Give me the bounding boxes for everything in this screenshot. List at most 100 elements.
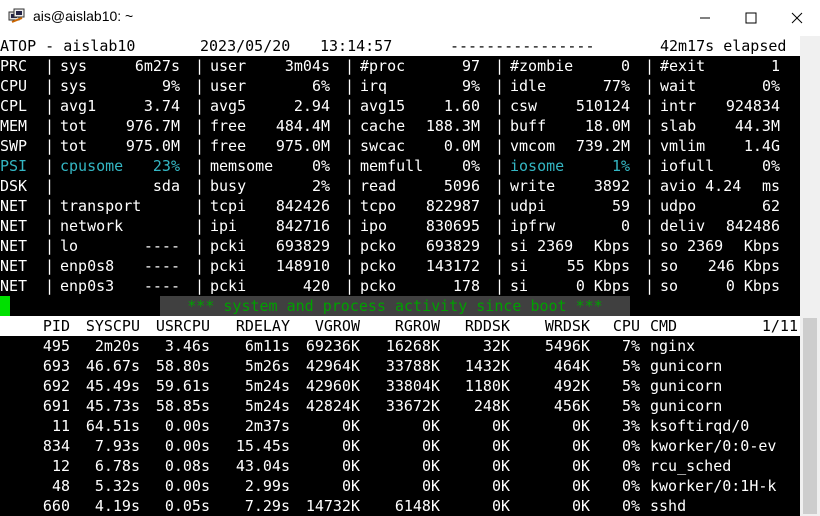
stat-key: swcac [360,137,406,155]
separator: | [195,57,205,75]
separator: | [645,197,655,215]
stat-value: ---- [143,237,180,255]
col-header-syscpu: SYSCPU [85,317,140,335]
stat-key: slab [660,117,697,135]
separator: | [495,177,505,195]
process-cell-cmd: gunicorn [650,397,723,415]
col-header-cmd: CMD [650,317,678,335]
separator: | [645,277,655,295]
process-cell-vgrow: 42824K [305,397,360,415]
row-label: PSI [0,157,28,175]
separator: | [495,277,505,295]
process-row[interactable]: 693 46.67s 58.80s 5m26s 42964K 33788K 1432K 464… [0,356,800,376]
scrollbar[interactable] [800,36,820,516]
stat-key: idle [510,77,547,95]
process-cell-wrdsk: 492K [553,377,590,395]
stat-value: 0% [461,157,480,175]
stat-key: busy [210,177,247,195]
process-cell-pid: 692 [42,377,70,395]
process-row[interactable]: 660 4.19s 0.05s 7.29s 14732K 6148K 0K 0K 0% sshd [0,496,800,516]
stat-value: 143172 [425,257,480,275]
process-cell-vgrow: 0K [341,437,360,455]
process-cell-syscpu: 4.19s [94,497,140,515]
stat-key: pcko [360,277,397,295]
scrollbar-thumb[interactable] [803,318,817,514]
stat-value: 9% [461,77,480,95]
window-title: ais@aislab10: ~ [33,8,134,24]
stat-key: si [510,277,529,295]
process-cell-usrcpu: 0.05s [164,497,210,515]
stat-key: tcpo [360,197,397,215]
separator: | [645,177,655,195]
col-header-rddsk: RDDSK [464,317,510,335]
process-cell-syscpu: 2m20s [94,337,140,355]
process-table-header: PID SYSCPU USRCPU RDELAY VGROW RGROW RDDSK WRDS… [0,316,800,336]
process-row[interactable]: 495 2m20s 3.46s 6m11s 69236K 16268K 32K 5496K 7%… [0,336,800,356]
minimize-button[interactable] [682,0,728,36]
stat-key: ipo [360,217,388,235]
process-cell-vgrow: 42960K [305,377,360,395]
system-row: NET | enp0s8 ---- | pcki 148910 | pcko 143172 | si 5… [0,256,800,276]
process-row[interactable]: 834 7.93s 0.00s 15.45s 0K 0K 0K 0K 0% kworker/0:0… [0,436,800,456]
stat-value: Kbps [743,237,780,255]
stat-key: #proc [360,57,406,75]
process-row[interactable]: 11 64.51s 0.00s 2m37s 0K 0K 0K 0K 3% ksoftirqd/0 [0,416,800,436]
maximize-button[interactable] [728,0,774,36]
stat-value: 0% [761,157,780,175]
separator: | [45,57,55,75]
stat-key: pcki [210,277,247,295]
process-row[interactable]: 12 6.78s 0.08s 43.04s 0K 0K 0K 0K 0% rcu_sched [0,456,800,476]
header-date: 2023/05/20 [200,37,291,55]
separator: | [45,197,55,215]
separator: | [345,97,355,115]
stat-key: avg1 [60,97,97,115]
stat-key: intr [660,97,697,115]
stat-key: avg15 [360,97,406,115]
separator: | [345,217,355,235]
process-cell-usrcpu: 0.00s [164,477,210,495]
stat-key: csw [510,97,538,115]
stat-value: 5096 [443,177,480,195]
system-row: PRC | sys 6m27s | user 3m04s | #proc 97 | #zombie 0 |… [0,56,800,76]
separator: | [195,137,205,155]
separator: | [45,137,55,155]
col-header-rdelay: RDELAY [235,317,290,335]
stat-value: 246 Kbps [707,257,780,275]
process-cell-pid: 11 [51,417,70,435]
process-cell-usrcpu: 3.46s [164,337,210,355]
stat-key: iosome [510,157,565,175]
process-cell-usrcpu: 58.80s [155,357,210,375]
process-cell-rddsk: 1180K [464,377,510,395]
process-cell-rgrow: 16268K [385,337,440,355]
stat-key: tot [60,137,88,155]
stat-value: 178 [452,277,480,295]
stat-value: 148910 [275,257,330,275]
separator: | [345,157,355,175]
separator: | [345,257,355,275]
process-row[interactable]: 48 5.32s 0.00s 2.99s 0K 0K 0K 0K 0% kworker/0:1H-… [0,476,800,496]
process-row[interactable]: 692 45.49s 59.61s 5m24s 42960K 33804K 1180K 492… [0,376,800,396]
process-cell-cmd: nginx [650,337,696,355]
separator: | [345,177,355,195]
stat-value: 18.0M [584,117,630,135]
terminal-area[interactable]: ATOP - aislab10 2023/05/20 13:14:57 ----… [0,36,800,516]
stat-key: tot [60,117,88,135]
process-row[interactable]: 691 45.73s 58.85s 5m24s 42824K 33672K 248K 456K… [0,396,800,416]
stat-value: 0 [620,57,630,75]
process-cell-cpu: 3% [621,417,640,435]
stat-value: 6% [311,77,330,95]
stat-value: 1.60 [443,97,480,115]
row-label: NET [0,217,28,235]
separator: | [195,257,205,275]
stat-value: 62 [761,197,780,215]
process-cell-rgrow: 33672K [385,397,440,415]
stat-key: enp0s8 [60,257,115,275]
stat-value: 976.7M [125,117,180,135]
separator: | [495,137,505,155]
close-button[interactable] [774,0,820,36]
stat-value: 1% [611,157,630,175]
process-cell-rdelay: 5m24s [244,377,290,395]
system-row: NET | lo ---- | pcki 693829 | pcko 693829 | si 2369… [0,236,800,256]
stat-key: sys [60,77,88,95]
terminal-cursor [0,296,10,316]
